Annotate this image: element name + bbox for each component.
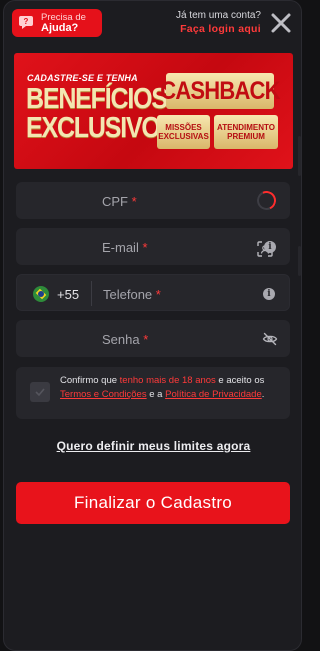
consent-text: Confirmo que tenho mais de 18 anos e ace… bbox=[60, 375, 265, 400]
consent-box: Confirmo que tenho mais de 18 anos e ace… bbox=[16, 367, 290, 419]
eye-off-icon[interactable] bbox=[262, 331, 278, 347]
country-code[interactable]: +55 bbox=[57, 287, 79, 302]
privacy-link[interactable]: Política de Privacidade bbox=[165, 389, 262, 400]
email-label: E-mail * bbox=[102, 240, 148, 255]
signup-modal: ? Precisa de Ajuda? Já tem uma conta? Fa… bbox=[3, 0, 302, 651]
password-label: Senha * bbox=[102, 332, 149, 347]
email-field[interactable]: E-mail * i bbox=[16, 228, 290, 265]
missions-badge: MISSÕES EXCLUSIVAS bbox=[157, 115, 210, 149]
help-label-line2: Ajuda? bbox=[41, 22, 79, 34]
svg-text:?: ? bbox=[24, 17, 29, 26]
terms-link[interactable]: Termos e Condições bbox=[60, 389, 147, 400]
banner-tagline: CADASTRE-SE E TENHA bbox=[27, 73, 138, 83]
missions-label: MISSÕES EXCLUSIVAS bbox=[158, 123, 209, 141]
divider bbox=[91, 281, 92, 306]
cashback-badge: CASHBACK bbox=[160, 73, 281, 109]
set-limits-link[interactable]: Quero definir meus limites agora bbox=[4, 439, 301, 453]
help-button[interactable]: ? Precisa de Ajuda? bbox=[12, 9, 102, 37]
scroll-edge bbox=[298, 136, 301, 176]
promo-banner: CADASTRE-SE E TENHA BENEFÍCIOS EXCLUSIVO… bbox=[14, 53, 293, 169]
phone-field[interactable]: +55 Telefone * i bbox=[16, 274, 290, 311]
premium-support-badge: ATENDIMENTO PREMIUM bbox=[214, 115, 278, 149]
submit-button[interactable]: Finalizar o Cadastro bbox=[16, 482, 290, 524]
help-chat-icon: ? bbox=[19, 16, 33, 29]
phone-label: Telefone * bbox=[103, 287, 161, 302]
terms-checkbox[interactable] bbox=[30, 382, 50, 402]
brazil-flag-icon[interactable] bbox=[33, 286, 49, 302]
age-requirement: tenho mais de 18 anos bbox=[119, 375, 216, 386]
login-prompt: Já tem uma conta? Faça login aqui bbox=[176, 10, 261, 36]
cashback-label: CASHBACK bbox=[160, 76, 280, 105]
info-icon[interactable]: i bbox=[263, 288, 275, 300]
info-icon[interactable]: i bbox=[264, 241, 276, 253]
banner-title: BENEFÍCIOS EXCLUSIVOS bbox=[26, 82, 176, 144]
premium-support-label: ATENDIMENTO PREMIUM bbox=[217, 123, 275, 141]
cpf-label: CPF * bbox=[102, 194, 137, 209]
loading-spinner-icon bbox=[254, 188, 279, 213]
cpf-field[interactable]: CPF * bbox=[16, 182, 290, 219]
password-field[interactable]: Senha * bbox=[16, 320, 290, 357]
check-icon bbox=[35, 388, 45, 397]
scroll-edge bbox=[298, 246, 301, 276]
login-link[interactable]: Faça login aqui bbox=[176, 22, 261, 36]
close-icon[interactable] bbox=[269, 11, 293, 35]
login-question: Já tem uma conta? bbox=[175, 10, 261, 21]
